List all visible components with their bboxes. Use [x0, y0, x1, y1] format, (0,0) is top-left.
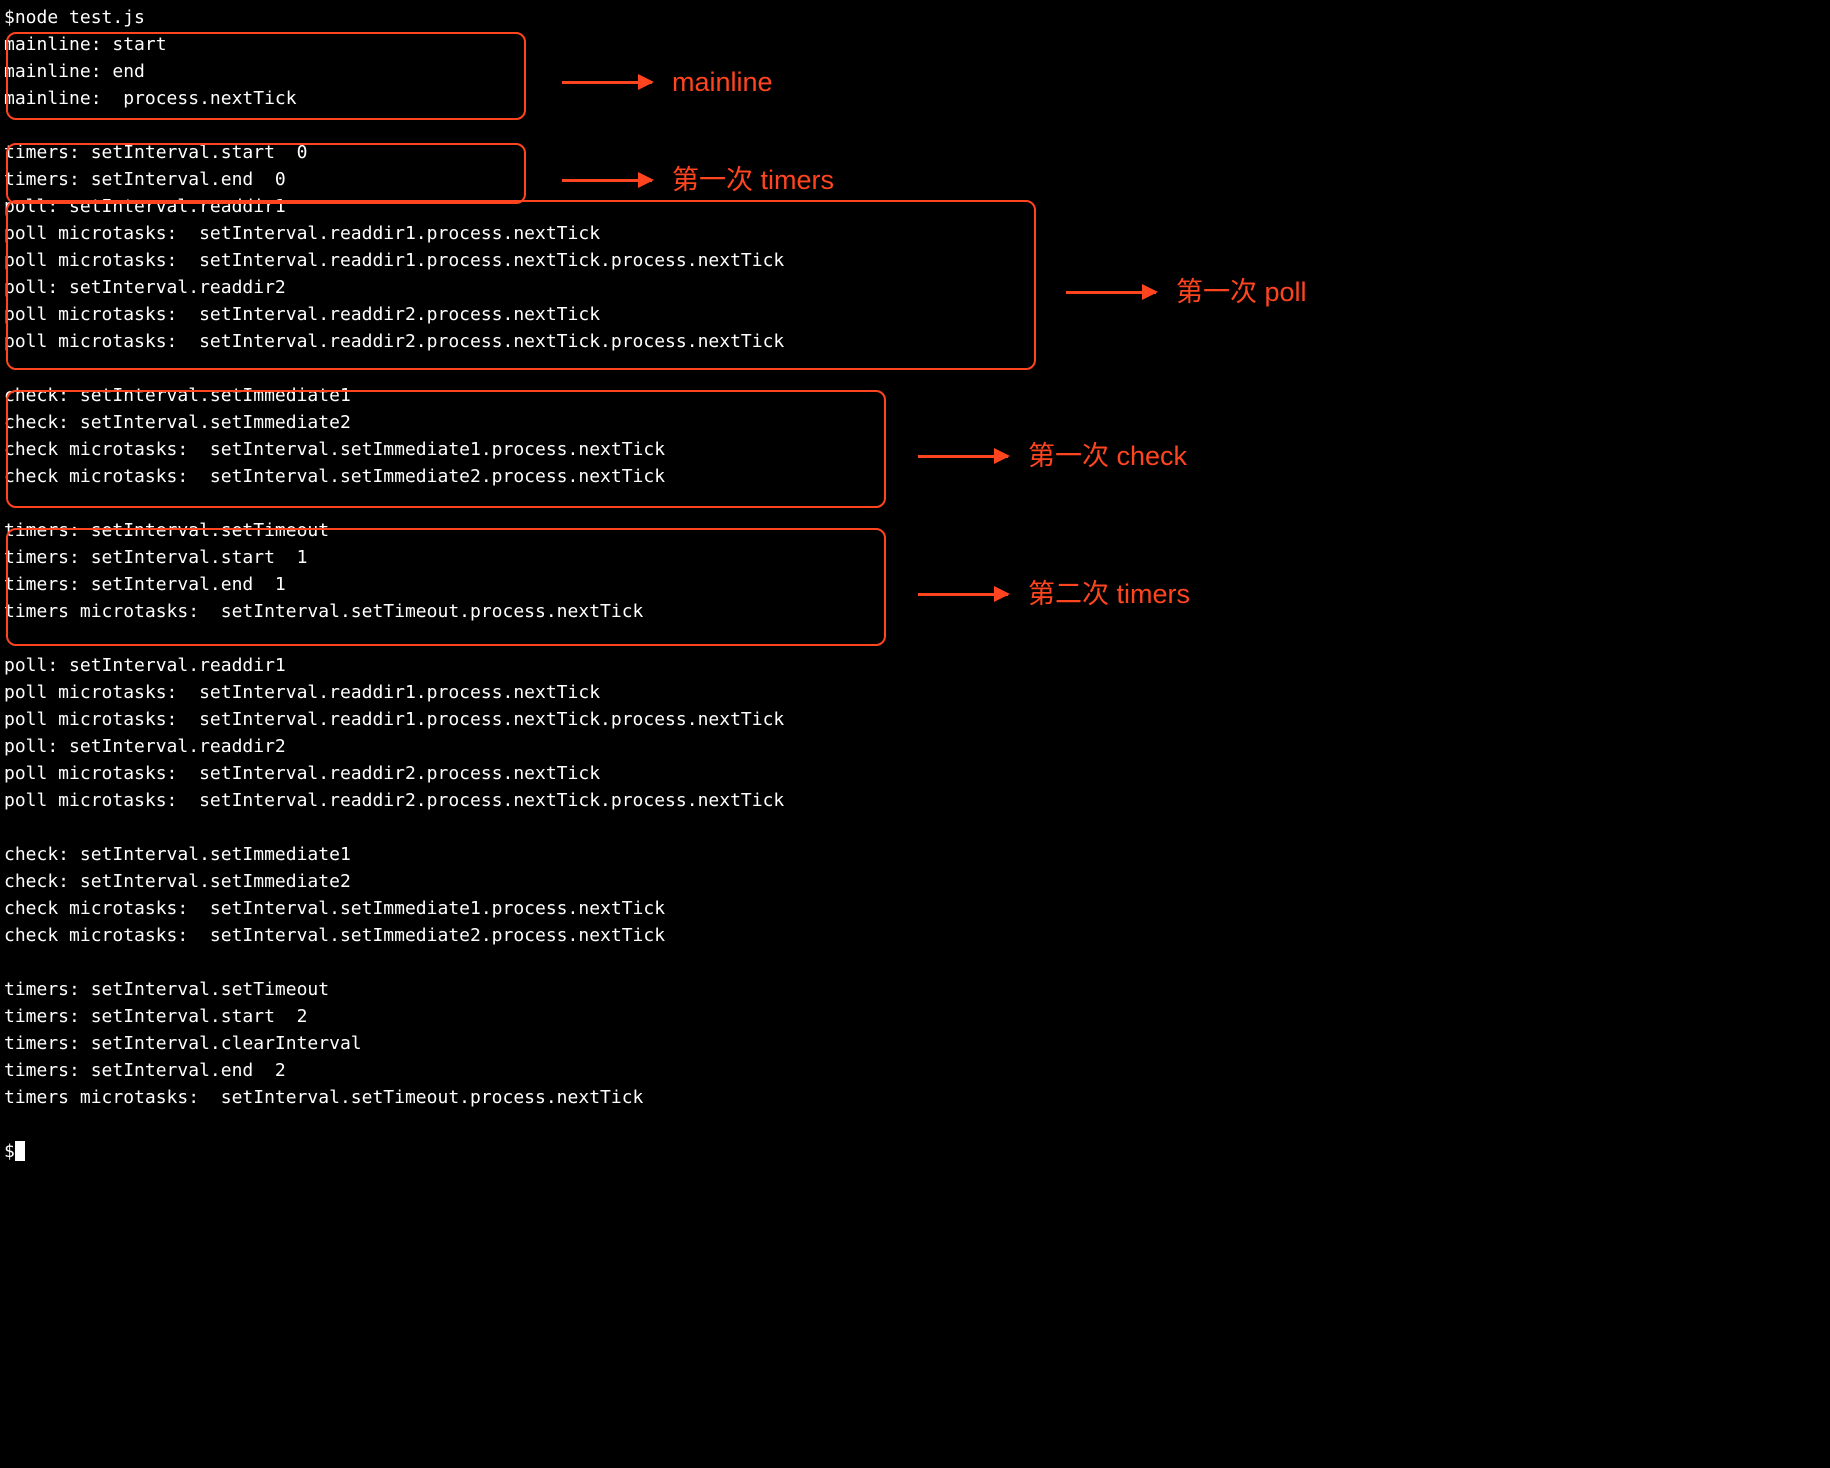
output-line: timers: setInterval.clearInterval	[4, 1030, 1826, 1057]
prompt: $	[4, 1141, 15, 1162]
output-line: timers: setInterval.start 2	[4, 1003, 1826, 1030]
annotation-timers1: 第一次 timers	[562, 160, 834, 201]
output-line: mainline: end	[4, 58, 1826, 85]
annotation-mainline: mainline	[562, 62, 773, 103]
annotation-poll1: 第一次 poll	[1066, 272, 1307, 313]
arrow-icon	[1066, 291, 1156, 294]
label-mainline: mainline	[672, 62, 773, 103]
annotation-timers2: 第二次 timers	[918, 574, 1190, 615]
output-line: check: setInterval.setImmediate2	[4, 868, 1826, 895]
label-timers2: 第二次 timers	[1028, 574, 1190, 615]
section-timers1: timers: setInterval.start 0 timers: setI…	[4, 139, 1826, 193]
section-check2: check: setInterval.setImmediate1 check: …	[4, 841, 1826, 949]
output-line: mainline: process.nextTick	[4, 85, 1826, 112]
section-timers2: timers: setInterval.setTimeout timers: s…	[4, 517, 1826, 625]
command-line: $node test.js	[4, 4, 1826, 31]
output-line: poll microtasks: setInterval.readdir1.pr…	[4, 247, 1826, 274]
output-line: timers: setInterval.start 0	[4, 139, 1826, 166]
output-line: poll microtasks: setInterval.readdir1.pr…	[4, 679, 1826, 706]
output-line: check: setInterval.setImmediate2	[4, 409, 1826, 436]
label-poll1: 第一次 poll	[1176, 272, 1307, 313]
section-poll1: poll: setInterval.readdir1 poll microtas…	[4, 193, 1826, 355]
section-timers3: timers: setInterval.setTimeout timers: s…	[4, 976, 1826, 1111]
output-line: poll: setInterval.readdir1	[4, 193, 1826, 220]
arrow-icon	[918, 455, 1008, 458]
output-line: check microtasks: setInterval.setImmedia…	[4, 895, 1826, 922]
output-line: timers: setInterval.end 1	[4, 571, 1826, 598]
output-line: check microtasks: setInterval.setImmedia…	[4, 463, 1826, 490]
annotation-check1: 第一次 check	[918, 436, 1187, 477]
output-line: poll microtasks: setInterval.readdir2.pr…	[4, 328, 1826, 355]
arrow-icon	[562, 81, 652, 84]
output-line: timers: setInterval.end 0	[4, 166, 1826, 193]
output-line: poll microtasks: setInterval.readdir2.pr…	[4, 787, 1826, 814]
output-line: check: setInterval.setImmediate1	[4, 841, 1826, 868]
output-line: timers: setInterval.setTimeout	[4, 976, 1826, 1003]
cursor-icon	[15, 1141, 25, 1161]
terminal-output: $node test.js mainline: start mainline: …	[4, 4, 1826, 1165]
output-line: check microtasks: setInterval.setImmedia…	[4, 436, 1826, 463]
prompt-line: $	[4, 1138, 1826, 1165]
output-line: timers: setInterval.start 1	[4, 544, 1826, 571]
output-line: poll microtasks: setInterval.readdir2.pr…	[4, 301, 1826, 328]
output-line: poll: setInterval.readdir2	[4, 733, 1826, 760]
output-line: timers microtasks: setInterval.setTimeou…	[4, 1084, 1826, 1111]
output-line: check microtasks: setInterval.setImmedia…	[4, 922, 1826, 949]
section-poll2: poll: setInterval.readdir1 poll microtas…	[4, 652, 1826, 814]
output-line: poll microtasks: setInterval.readdir2.pr…	[4, 760, 1826, 787]
arrow-icon	[918, 593, 1008, 596]
output-line: check: setInterval.setImmediate1	[4, 382, 1826, 409]
section-mainline: mainline: start mainline: end mainline: …	[4, 31, 1826, 112]
output-line: timers microtasks: setInterval.setTimeou…	[4, 598, 1826, 625]
section-check1: check: setInterval.setImmediate1 check: …	[4, 382, 1826, 490]
output-line: poll: setInterval.readdir2	[4, 274, 1826, 301]
label-timers1: 第一次 timers	[672, 160, 834, 201]
output-line: mainline: start	[4, 31, 1826, 58]
output-line: poll: setInterval.readdir1	[4, 652, 1826, 679]
output-line: timers: setInterval.setTimeout	[4, 517, 1826, 544]
label-check1: 第一次 check	[1028, 436, 1187, 477]
output-line: poll microtasks: setInterval.readdir1.pr…	[4, 220, 1826, 247]
output-line: poll microtasks: setInterval.readdir1.pr…	[4, 706, 1826, 733]
arrow-icon	[562, 179, 652, 182]
output-line: timers: setInterval.end 2	[4, 1057, 1826, 1084]
